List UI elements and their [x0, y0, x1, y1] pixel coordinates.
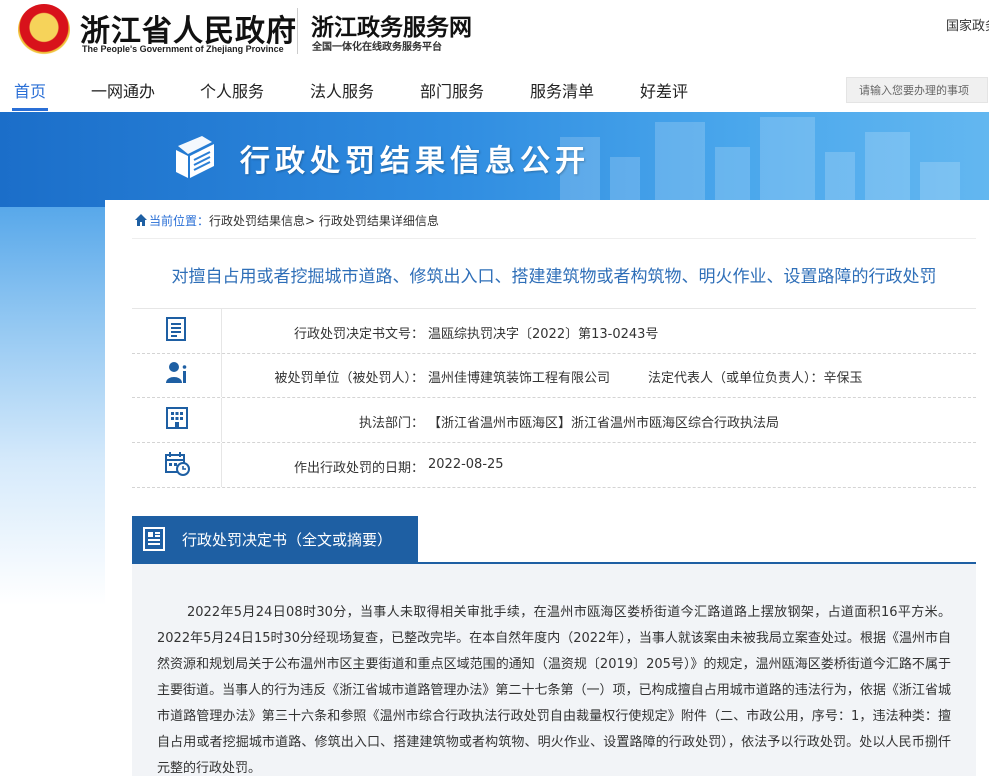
nav-item-service-list[interactable]: 服务清单 [530, 78, 594, 102]
document-icon [166, 317, 186, 341]
info-row-decision-no: 行政处罚决定书文号： 温瓯综执罚决字〔2022〕第13-0243号 [132, 308, 976, 354]
decision-text: 2022年5月24日08时30分，当事人未取得相关审批手续，在温州市瓯海区娄桥街… [157, 605, 951, 776]
legal-rep-label: 法定代表人（或单位负责人）： [648, 371, 824, 386]
home-icon [135, 214, 147, 226]
breadcrumb-path[interactable]: 行政处罚结果信息> 行政处罚结果详细信息 [209, 214, 439, 228]
search-input[interactable] [846, 77, 988, 103]
department-label: 执法部门： [358, 416, 424, 431]
page-title: 对擅自占用或者挖掘城市道路、修筑出入口、搭建建筑物或者构筑物、明火作业、设置路障… [171, 267, 937, 287]
banner-building [715, 147, 750, 207]
banner-title: 行政处罚结果信息公开 [240, 144, 590, 179]
section-tab: 行政处罚决定书（全文或摘要） [132, 516, 418, 562]
department-value: 【浙江省温州市瓯海区】浙江省温州市瓯海区综合行政执法局 [428, 416, 780, 431]
main-nav: 首页 一网通办 个人服务 法人服务 部门服务 服务清单 好差评 [0, 68, 989, 112]
building-icon [166, 407, 188, 429]
nav-item-one-stop[interactable]: 一网通办 [91, 78, 155, 102]
gov-name-en: The People's Government of Zhejiang Prov… [82, 44, 284, 54]
calendar-clock-icon [165, 452, 190, 476]
top-right-link[interactable]: 国家政务 [946, 15, 989, 34]
decision-no-label: 行政处罚决定书文号： [293, 327, 424, 342]
nav-item-home[interactable]: 首页 [14, 78, 46, 102]
service-slogan: 全国一体化在线政务服务平台 [312, 42, 442, 53]
banner: 行政处罚结果信息公开 [0, 112, 989, 207]
nav-active-indicator [12, 108, 48, 111]
book-icon [176, 136, 214, 178]
breadcrumb-divider [132, 238, 976, 239]
site-header: 浙江省人民政府 The People's Government of Zheji… [0, 0, 989, 68]
date-value: 2022-08-25 [428, 457, 504, 472]
section-header: 行政处罚决定书（全文或摘要） [132, 516, 976, 564]
party-label: 被处罚单位（被处罚人）： [274, 371, 424, 386]
date-label: 作出行政处罚的日期： [293, 461, 424, 476]
party-value: 温州佳博建筑装饰工程有限公司 [428, 371, 611, 386]
banner-building [760, 117, 815, 207]
national-emblem-icon [18, 4, 70, 56]
nav-item-department[interactable]: 部门服务 [420, 78, 484, 102]
legal-rep: 法定代表人（或单位负责人）：辛保玉 [648, 367, 863, 386]
info-row-party: 被处罚单位（被处罚人）： 温州佳博建筑装饰工程有限公司 法定代表人（或单位负责人… [132, 353, 976, 398]
decision-body: 2022年5月24日08时30分，当事人未取得相关审批手续，在温州市瓯海区娄桥街… [132, 564, 976, 776]
header-divider [297, 8, 298, 54]
banner-building [655, 122, 705, 207]
decision-no-value: 温瓯综执罚决字〔2022〕第13-0243号 [428, 327, 659, 342]
decision-doc-icon [143, 527, 165, 551]
side-gradient [0, 207, 105, 776]
nav-item-personal[interactable]: 个人服务 [200, 78, 264, 102]
nav-item-legal-person[interactable]: 法人服务 [310, 78, 374, 102]
info-row-department: 执法部门： 【浙江省温州市瓯海区】浙江省温州市瓯海区综合行政执法局 [132, 398, 976, 443]
breadcrumb-home[interactable]: 当前位置： [149, 214, 209, 228]
info-row-date: 作出行政处罚的日期： 2022-08-25 [132, 443, 976, 488]
banner-building [825, 152, 855, 207]
banner-building [865, 132, 910, 207]
person-icon [166, 362, 187, 383]
section-title: 行政处罚决定书（全文或摘要） [182, 531, 393, 549]
nav-item-rating[interactable]: 好差评 [640, 78, 688, 102]
service-name[interactable]: 浙江政务服务网 [311, 8, 472, 42]
legal-rep-value: 辛保玉 [823, 371, 863, 386]
breadcrumb: 当前位置：行政处罚结果信息> 行政处罚结果详细信息 [135, 212, 439, 229]
